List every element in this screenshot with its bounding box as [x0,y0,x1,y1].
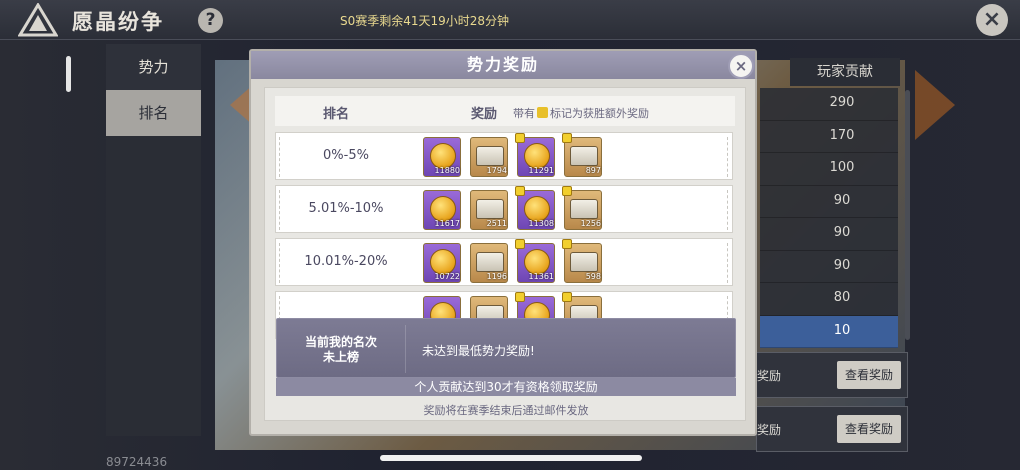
item-quantity: 1256 [580,219,601,228]
my-contribution-row: 10 [760,315,898,348]
item-quantity: 11291 [528,166,554,175]
chest-reward-item[interactable]: 897 [562,133,602,177]
nav-panel [106,136,201,436]
contribution-row: 90 [760,250,898,283]
contribution-row: 170 [760,120,898,153]
chest-reward-item[interactable]: 1256 [562,186,602,230]
treasure-chest-icon [570,199,598,219]
chest-reward-item[interactable]: 1794 [470,137,508,177]
contribution-row: 90 [760,185,898,218]
item-quantity: 1794 [486,166,507,175]
reward-card: 奖励 查看奖励 [756,406,908,452]
item-quantity: 2511 [486,219,507,228]
item-quantity: 897 [585,166,601,175]
my-rank-panel: 当前我的名次 未上榜 未达到最低势力奖励! [276,318,736,378]
reward-card-label: 奖励 [757,369,782,383]
close-button[interactable]: × [976,4,1008,36]
dialog-body: 排名 奖励 带有 标记为获胜额外奖励 0%-5% 11880 1794 11291 897… [264,87,746,421]
dialog-close-button[interactable]: × [728,53,754,79]
bonus-star-icon [562,133,572,143]
reward-tier-list[interactable]: 0%-5% 11880 1794 11291 897 5.01%-10% 11617 2511… [275,132,735,340]
faction-rewards-dialog: 势力奖励 × 排名 奖励 带有 标记为获胜额外奖励 0%-5% 11880 1794 1… [249,49,757,436]
reward-card-label: 奖励 [757,423,782,437]
game-screen: 愿晶纷争 ? S0赛季剩余41天19小时28分钟 × 势力 排名 8972443… [0,0,1020,470]
view-rewards-button[interactable]: 查看奖励 [837,361,901,389]
requirement-text: 个人贡献达到30才有资格领取奖励 [276,378,736,396]
player-id: 89724436 [106,455,168,469]
reward-tier-row: 10.01%-20% 10722 1196 11361 598 [275,238,733,286]
tier-range: 0%-5% [323,148,369,163]
chest-reward-item[interactable]: 598 [562,239,602,283]
footnote: 奖励将在赛季结束后通过邮件发放 [423,404,589,417]
reward-card: 奖励 查看奖励 [756,352,908,398]
treasure-chest-icon [476,146,504,166]
treasure-chest-icon [570,146,598,166]
item-quantity: 11361 [528,272,554,281]
bonus-note-prefix: 带有 [513,107,535,120]
coin-reward-item[interactable]: 11880 [423,137,461,177]
item-quantity: 10722 [434,272,460,281]
bonus-note: 带有 标记为获胜额外奖励 [513,105,649,121]
my-rank-message: 未达到最低势力奖励! [422,344,535,358]
contribution-row: 290 [760,88,898,121]
tab-faction[interactable]: 势力 [106,44,201,90]
tier-range: 5.01%-10% [308,201,384,216]
chest-reward-item[interactable]: 2511 [470,190,508,230]
top-bar: 愿晶纷争 ? S0赛季剩余41天19小时28分钟 × [0,0,1020,40]
item-quantity: 11308 [528,219,554,228]
coin-reward-item[interactable]: 11308 [515,186,555,230]
divider [405,325,406,373]
treasure-chest-icon [476,252,504,272]
column-reward: 奖励 [471,107,498,122]
nav-scroll-indicator [66,56,71,92]
item-quantity: 1196 [486,272,507,281]
coin-reward-item[interactable]: 11361 [515,239,555,283]
tab-ranking[interactable]: 排名 [106,90,201,136]
contribution-row: 90 [760,218,898,251]
table-header: 排名 奖励 带有 标记为获胜额外奖励 [275,96,735,126]
column-rank: 排名 [323,107,350,122]
dialog-title: 势力奖励 [251,51,755,79]
bonus-star-icon [515,133,525,143]
bonus-star-icon [562,292,572,302]
coin-reward-item[interactable]: 11291 [515,133,555,177]
coin-reward-item[interactable]: 10722 [423,243,461,283]
reward-tier-row: 0%-5% 11880 1794 11291 897 [275,132,733,180]
contribution-row: 80 [760,283,898,316]
my-rank-value: 未上榜 [322,350,359,364]
contribution-header: 玩家贡献 [790,58,900,86]
treasure-chest-icon [476,199,504,219]
contribution-row: 100 [760,153,898,186]
item-quantity: 11617 [434,219,460,228]
reward-tier-row: 5.01%-10% 11617 2511 11308 1256 [275,185,733,233]
right-arrow-icon [915,70,955,140]
treasure-chest-icon [570,252,598,272]
bonus-star-icon [562,239,572,249]
bonus-star-icon [515,292,525,302]
home-indicator[interactable] [380,455,642,461]
help-button[interactable]: ? [198,8,223,33]
page-title: 愿晶纷争 [72,10,164,34]
bonus-star-icon [515,186,525,196]
contribution-list[interactable]: 290 170 100 90 90 90 80 10 [760,88,898,348]
view-rewards-button[interactable]: 查看奖励 [837,415,901,443]
chest-reward-item[interactable]: 1196 [470,243,508,283]
contribution-scrollbar[interactable] [905,90,910,340]
tier-range: 10.01%-20% [304,254,388,269]
item-quantity: 11880 [434,166,460,175]
season-timer: S0赛季剩余41天19小时28分钟 [340,14,510,28]
coin-reward-item[interactable]: 11617 [423,190,461,230]
game-logo-icon [18,3,58,37]
item-quantity: 598 [585,272,601,281]
bonus-star-icon [562,186,572,196]
bonus-star-icon [537,107,548,118]
bonus-note-suffix: 标记为获胜额外奖励 [550,107,649,120]
bonus-star-icon [515,239,525,249]
